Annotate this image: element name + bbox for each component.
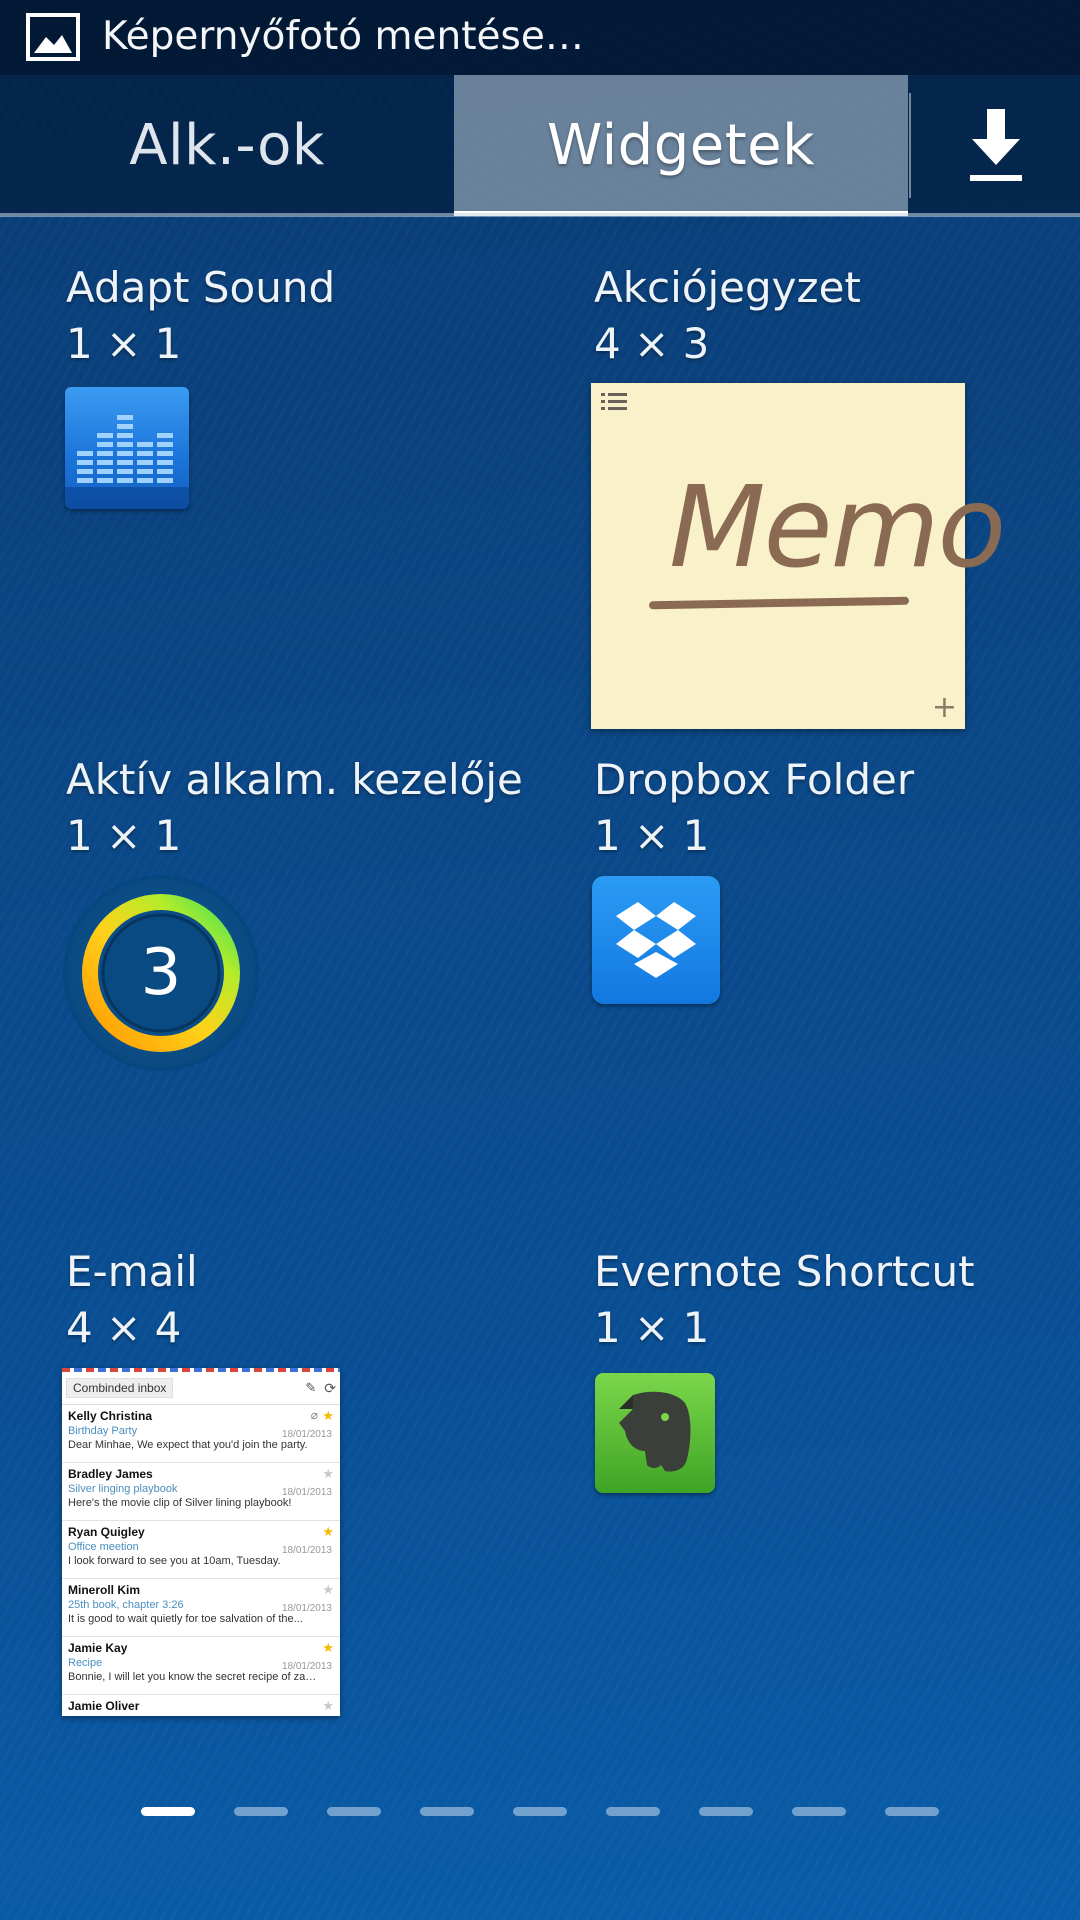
page-dot[interactable]	[141, 1807, 195, 1816]
email-snippet: Dear Minhae, We expect that you'd join t…	[68, 1439, 308, 1451]
star-icon[interactable]: ★	[322, 1467, 334, 1480]
widget-size: 1 × 1	[66, 319, 182, 368]
widget-email[interactable]: E-mail 4 × 4	[66, 1246, 536, 1354]
star-icon[interactable]: ★	[322, 1699, 334, 1712]
compose-icon: ✎	[305, 1379, 317, 1395]
memo-handwriting: Memo	[669, 463, 1006, 593]
email-date: 18/01/2013	[281, 1545, 332, 1556]
screenshot-image-icon	[26, 13, 80, 61]
widget-name: Adapt Sound	[66, 263, 336, 312]
page-dot[interactable]	[513, 1807, 567, 1816]
email-date: 18/01/2013	[281, 1429, 332, 1440]
elephant-logo	[619, 1391, 691, 1472]
widget-active-app-manager[interactable]: Aktív alkalm. kezelője 1 × 1	[66, 754, 536, 862]
widget-dropbox-folder[interactable]: Dropbox Folder 1 × 1	[594, 754, 1064, 862]
widget-size: 1 × 1	[594, 1303, 710, 1352]
email-list-item[interactable]: Mineroll Kim 25th book, chapter 3:26 It is…	[62, 1579, 340, 1637]
email-snippet: It is good to wait quietly for toe salva…	[68, 1613, 303, 1625]
tab-apps[interactable]: Alk.-ok	[0, 75, 454, 216]
email-widget-header: Combinded inbox ✎ ⟳	[62, 1372, 340, 1405]
email-widget-preview[interactable]: Combinded inbox ✎ ⟳ Kelly Christina Birth…	[62, 1368, 340, 1716]
tab-bar-divider	[0, 213, 1080, 217]
email-sender: Jamie Kay	[68, 1641, 128, 1655]
download-button[interactable]	[911, 75, 1080, 216]
star-icon[interactable]: ★	[322, 1525, 334, 1538]
page-indicator	[141, 1807, 939, 1816]
notification-text: Képernyőfotó mentése…	[102, 14, 584, 59]
email-list-item[interactable]: Ryan Quigley Office meetion I look forward…	[62, 1521, 340, 1579]
page-dot[interactable]	[885, 1807, 939, 1816]
dropbox-icon[interactable]	[592, 876, 720, 1004]
memo-widget-preview[interactable]: Memo +	[591, 383, 1006, 729]
widget-size: 4 × 3	[594, 319, 710, 368]
memo-underline	[648, 596, 910, 610]
widget-akciojegyzet[interactable]: Akciójegyzet 4 × 3	[594, 262, 1064, 370]
email-sender: Ryan Quigley	[68, 1525, 145, 1539]
widget-name: Dropbox Folder	[594, 755, 915, 804]
plus-icon: +	[931, 690, 957, 725]
star-icon[interactable]: ★	[322, 1409, 334, 1422]
equalizer-icon[interactable]	[65, 387, 189, 509]
widget-name: Akciójegyzet	[594, 263, 861, 312]
email-sender: Bradley James	[68, 1467, 153, 1481]
star-icon[interactable]: ★	[322, 1583, 334, 1596]
equalizer-bars	[65, 415, 189, 509]
email-list-item[interactable]: Kelly Christina Birthday Party Dear Minhae…	[62, 1405, 340, 1463]
page-dot[interactable]	[234, 1807, 288, 1816]
refresh-icon: ⟳	[324, 1379, 336, 1396]
email-date: 18/01/2013	[281, 1487, 332, 1498]
download-icon	[969, 108, 1022, 181]
email-sender: Jamie Oliver	[68, 1699, 140, 1713]
email-snippet: Bonnie, I will let you know the secret r…	[68, 1671, 318, 1683]
page-dot[interactable]	[420, 1807, 474, 1816]
page-dot[interactable]	[792, 1807, 846, 1816]
widget-size: 1 × 1	[66, 811, 182, 860]
widget-evernote-shortcut[interactable]: Evernote Shortcut 1 × 1	[594, 1246, 1064, 1354]
tab-bar: Alk.-ok Widgetek	[0, 75, 1080, 216]
list-icon	[601, 393, 627, 410]
active-app-count: 3	[140, 936, 182, 1010]
email-date: 18/01/2013	[281, 1661, 332, 1672]
email-snippet: I look forward to see you at 10am, Tuesd…	[68, 1555, 281, 1567]
email-list-item[interactable]: Jamie Kay Recipe Bonnie, I will let you kn…	[62, 1637, 340, 1695]
inbox-label: Combinded inbox	[66, 1378, 174, 1398]
page-dot[interactable]	[606, 1807, 660, 1816]
evernote-elephant-icon[interactable]	[595, 1373, 715, 1493]
attachment-icon: ⌀	[310, 1408, 318, 1422]
widget-name: E-mail	[66, 1247, 198, 1296]
tab-widgets[interactable]: Widgetek	[454, 75, 908, 216]
widget-name: Evernote Shortcut	[594, 1247, 975, 1296]
widget-size: 4 × 4	[66, 1303, 182, 1352]
widget-adapt-sound[interactable]: Adapt Sound 1 × 1	[66, 262, 536, 370]
dropbox-logo	[616, 902, 696, 978]
status-bar: Képernyőfotó mentése…	[0, 0, 1080, 75]
email-list: Kelly Christina Birthday Party Dear Minhae…	[62, 1405, 340, 1716]
page-dot[interactable]	[327, 1807, 381, 1816]
email-snippet: Here's the movie clip of Silver lining p…	[68, 1497, 292, 1509]
email-list-item[interactable]: Bradley James Silver linging playbook Here…	[62, 1463, 340, 1521]
email-subject: mking_abc@email.com Steve lee	[68, 1714, 334, 1716]
email-list-item[interactable]: Jamie Olivermking_abc@email.com Steve le…	[62, 1695, 340, 1716]
email-sender: Kelly Christina	[68, 1409, 153, 1423]
active-apps-ring-icon[interactable]: 3	[67, 879, 255, 1067]
email-date: 18/01/2013	[281, 1603, 332, 1614]
widget-size: 1 × 1	[594, 811, 710, 860]
page-dot[interactable]	[699, 1807, 753, 1816]
email-sender: Mineroll Kim	[68, 1583, 141, 1597]
star-icon[interactable]: ★	[322, 1641, 334, 1654]
widget-name: Aktív alkalm. kezelője	[66, 755, 523, 804]
